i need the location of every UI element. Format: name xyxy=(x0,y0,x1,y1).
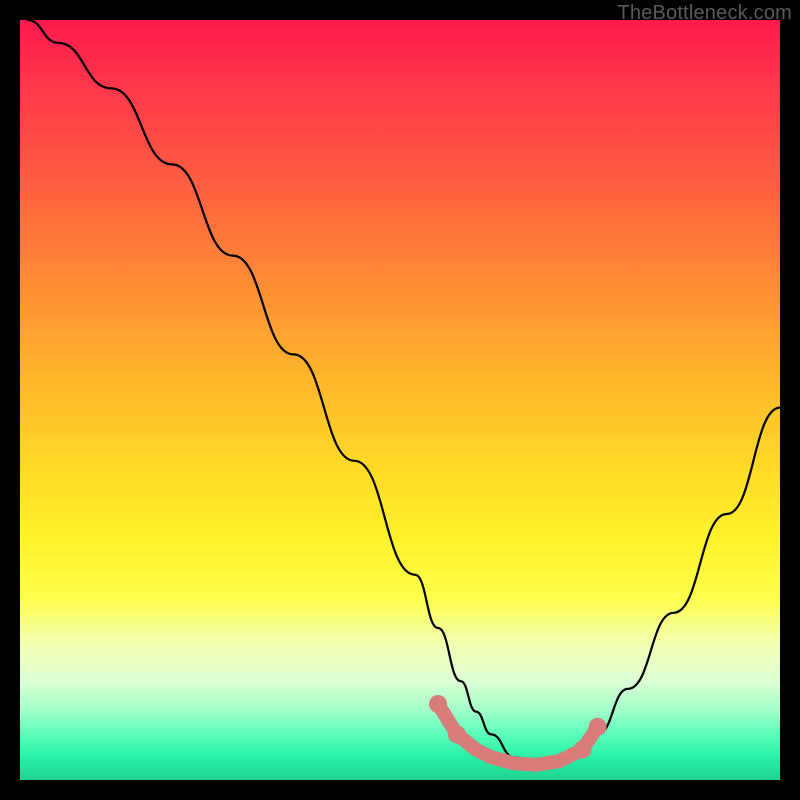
chart-container: TheBottleneck.com xyxy=(0,0,800,800)
optimal-zone-dot xyxy=(448,725,466,743)
optimal-zone-dot xyxy=(573,741,591,759)
bottleneck-curve-line xyxy=(28,20,780,765)
optimal-zone-dot xyxy=(589,718,607,736)
chart-svg xyxy=(20,20,780,780)
optimal-zone-highlight xyxy=(429,695,607,765)
optimal-zone-dot xyxy=(429,695,447,713)
plot-area xyxy=(20,20,780,780)
